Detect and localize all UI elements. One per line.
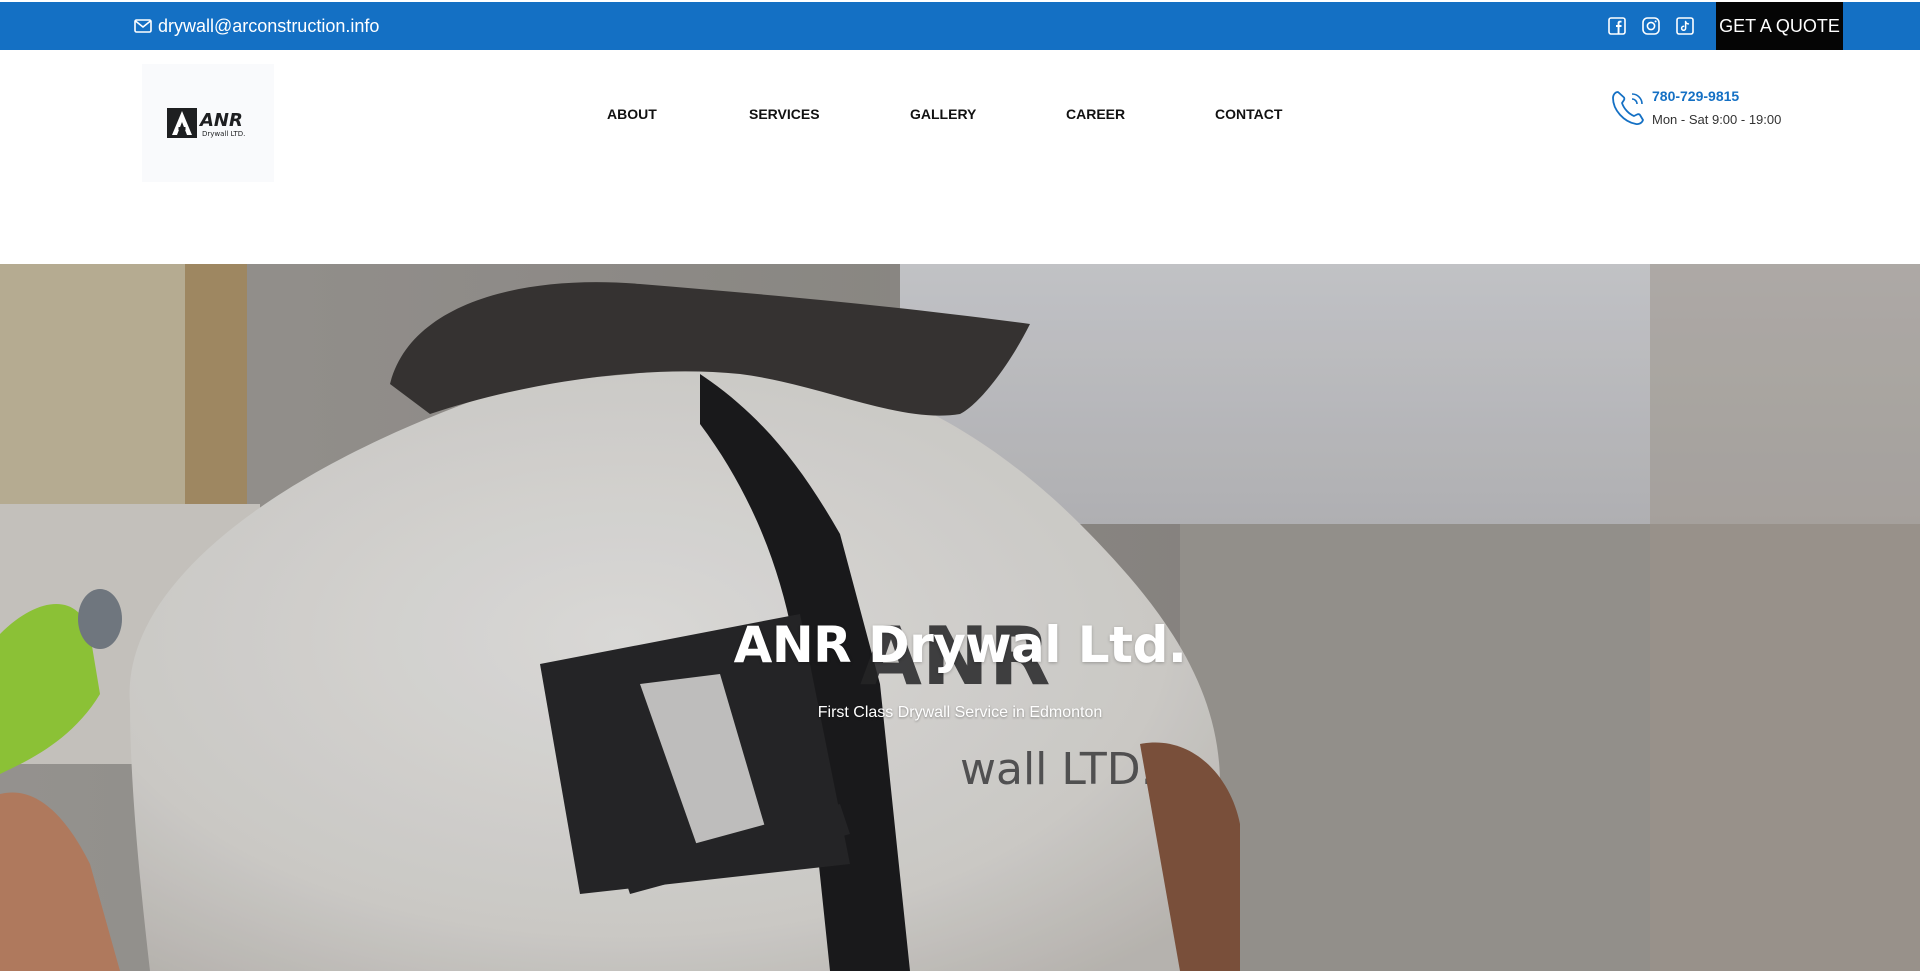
tiktok-icon[interactable]	[1674, 15, 1696, 37]
facebook-icon[interactable]	[1606, 15, 1628, 37]
nav-about[interactable]: ABOUT	[607, 106, 657, 122]
anr-logo-icon: ANR Drywall LTD.	[167, 108, 245, 138]
logo-text: ANR	[198, 110, 243, 131]
top-bar: drywall@arconstruction.info GET A QUOTE	[0, 2, 1920, 50]
logo-subtext: Drywall LTD.	[202, 130, 245, 138]
phone-icon	[1612, 91, 1644, 125]
nav-career[interactable]: CAREER	[1066, 106, 1125, 122]
site-logo[interactable]: ANR Drywall LTD.	[142, 64, 274, 182]
hero-title: ANR Drywal Ltd.	[733, 616, 1187, 674]
get-a-quote-button[interactable]: GET A QUOTE	[1716, 2, 1843, 50]
email-text: drywall@arconstruction.info	[158, 15, 380, 36]
header-contact: 780-729-9815 Mon - Sat 9:00 - 19:00	[1610, 86, 1810, 134]
site-header: ANR Drywall LTD. ABOUT SERVICES GALLERY …	[0, 50, 1920, 264]
instagram-icon[interactable]	[1640, 15, 1662, 37]
hero-subtitle: First Class Drywall Service in Edmonton	[817, 704, 1103, 721]
social-links	[1606, 2, 1696, 50]
business-hours: Mon - Sat 9:00 - 19:00	[1652, 112, 1782, 127]
hero-section: ANR wall LTD. ANR Drywal Ltd. First Clas…	[0, 264, 1920, 971]
nav-services[interactable]: SERVICES	[749, 106, 820, 122]
envelope-icon	[134, 19, 152, 33]
nav-contact[interactable]: CONTACT	[1215, 106, 1282, 122]
email-link[interactable]: drywall@arconstruction.info	[134, 2, 379, 50]
phone-number[interactable]: 780-729-9815	[1652, 88, 1739, 104]
nav-gallery[interactable]: GALLERY	[910, 106, 976, 122]
